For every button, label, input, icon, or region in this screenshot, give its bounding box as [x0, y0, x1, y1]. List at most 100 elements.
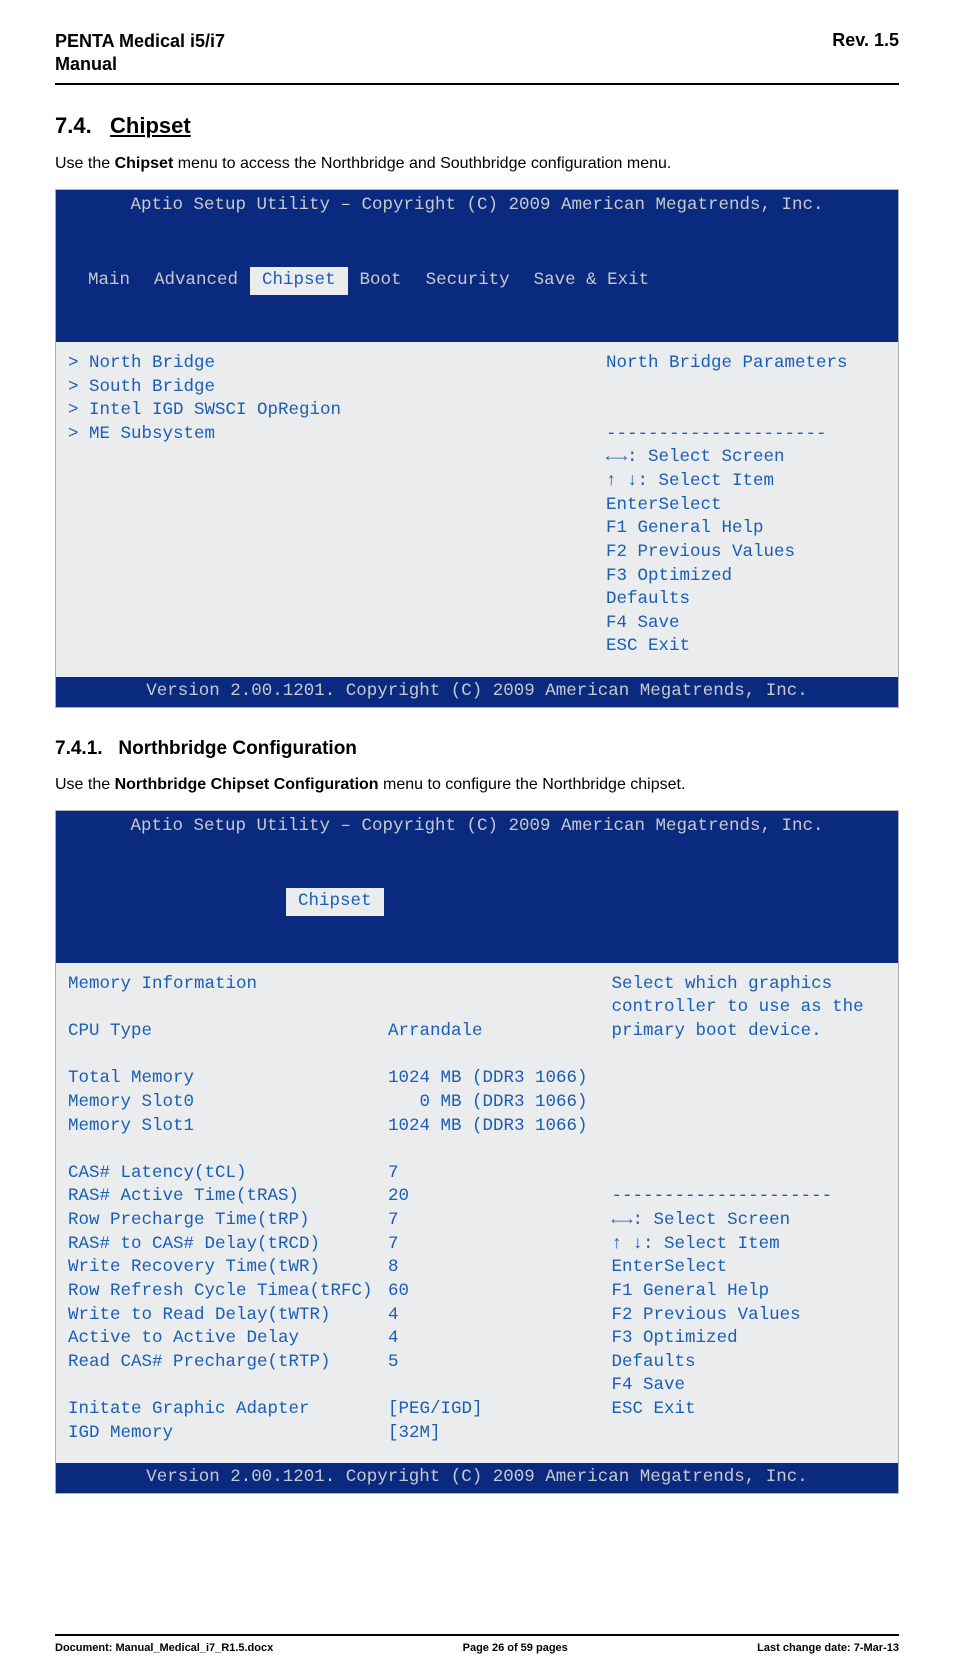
- bios-setting-row: CPU TypeArrandale: [68, 1020, 588, 1044]
- setting-label: CPU Type: [68, 1020, 388, 1044]
- bios-left-pane: Memory Information CPU TypeArrandale Tot…: [56, 963, 600, 1464]
- setting-value: 7: [388, 1233, 588, 1257]
- bios-footer: Version 2.00.1201. Copyright (C) 2009 Am…: [56, 677, 898, 707]
- hint-select-screen: ←→: Select Screen: [612, 1209, 886, 1233]
- section-number: 7.4.: [55, 113, 92, 138]
- hint-defaults: Defaults: [612, 1351, 886, 1375]
- bios-footer: Version 2.00.1201. Copyright (C) 2009 Am…: [56, 1463, 898, 1493]
- setting-value[interactable]: [PEG/IGD]: [388, 1398, 588, 1422]
- setting-label: Write to Read Delay(tWTR): [68, 1304, 388, 1328]
- separator-line: ---------------------: [606, 423, 886, 447]
- setting-label: RAS# to CAS# Delay(tRCD): [68, 1233, 388, 1257]
- page-footer: Document: Manual_Medical_i7_R1.5.docx Pa…: [55, 1634, 899, 1654]
- setting-value: [388, 1044, 588, 1068]
- context-help-line: primary boot device.: [612, 1020, 886, 1044]
- subsection-heading: 7.4.1. Northbridge Configuration: [55, 738, 899, 760]
- subsection-intro: Use the Northbridge Chipset Configuratio…: [55, 774, 899, 796]
- hint-select-item: ↑ ↓: Select Item: [606, 470, 886, 494]
- menu-item-me-subsystem[interactable]: > ME Subsystem: [68, 423, 582, 447]
- setting-value: [388, 996, 588, 1020]
- setting-label: Row Precharge Time(tRP): [68, 1209, 388, 1233]
- bios-right-pane: Select which graphics controller to use …: [600, 963, 898, 1464]
- hint-f3: F3 Optimized: [606, 565, 886, 589]
- bios-setting-row: [68, 996, 588, 1020]
- hint-enter-select: EnterSelect: [606, 494, 886, 518]
- context-help: North Bridge Parameters: [606, 352, 886, 376]
- setting-label: Memory Slot0: [68, 1091, 388, 1115]
- bios-setting-row: Read CAS# Precharge(tRTP)5: [68, 1351, 588, 1375]
- setting-label: Row Refresh Cycle Timea(tRFC): [68, 1280, 388, 1304]
- setting-label: [68, 996, 388, 1020]
- setting-label: Total Memory: [68, 1067, 388, 1091]
- setting-value: 1024 MB (DDR3 1066): [388, 1067, 588, 1091]
- bios-setting-row: Active to Active Delay4: [68, 1327, 588, 1351]
- hint-f3: F3 Optimized: [612, 1327, 886, 1351]
- setting-value: 7: [388, 1162, 588, 1186]
- setting-value: [388, 1374, 588, 1398]
- hint-f2: F2 Previous Values: [606, 541, 886, 565]
- tab-chipset[interactable]: Chipset: [286, 888, 384, 916]
- setting-label: [68, 1374, 388, 1398]
- separator-line: ---------------------: [612, 1185, 886, 1209]
- bios-screen-northbridge: Aptio Setup Utility – Copyright (C) 2009…: [55, 810, 899, 1494]
- bios-right-pane: North Bridge Parameters ----------------…: [594, 342, 898, 677]
- hint-f2: F2 Previous Values: [612, 1304, 886, 1328]
- setting-label: Active to Active Delay: [68, 1327, 388, 1351]
- bios-setting-row: [68, 1138, 588, 1162]
- setting-value[interactable]: [32M]: [388, 1422, 588, 1446]
- hint-f4: F4 Save: [612, 1374, 886, 1398]
- setting-value: [388, 1138, 588, 1162]
- page-header: PENTA Medical i5/i7 Manual Rev. 1.5: [55, 30, 899, 85]
- setting-value: 0 MB (DDR3 1066): [388, 1091, 588, 1115]
- tab-main[interactable]: Main: [76, 267, 142, 295]
- bios-setting-row: Memory Slot11024 MB (DDR3 1066): [68, 1115, 588, 1139]
- tab-security[interactable]: Security: [414, 267, 522, 295]
- bios-setting-row: Memory Slot0 0 MB (DDR3 1066): [68, 1091, 588, 1115]
- header-product: PENTA Medical i5/i7 Manual: [55, 30, 225, 77]
- bios-setting-row[interactable]: IGD Memory[32M]: [68, 1422, 588, 1446]
- menu-item-north-bridge[interactable]: > North Bridge: [68, 352, 582, 376]
- section-heading: 7.4. Chipset: [55, 113, 899, 139]
- setting-value: Arrandale: [388, 1020, 588, 1044]
- bios-setting-row: Total Memory1024 MB (DDR3 1066): [68, 1067, 588, 1091]
- setting-label: [68, 1138, 388, 1162]
- menu-item-south-bridge[interactable]: > South Bridge: [68, 376, 582, 400]
- footer-page: Page 26 of 59 pages: [463, 1642, 568, 1654]
- tab-advanced[interactable]: Advanced: [142, 267, 250, 295]
- bios-setting-row: RAS# to CAS# Delay(tRCD)7: [68, 1233, 588, 1257]
- footer-doc: Document: Manual_Medical_i7_R1.5.docx: [55, 1642, 273, 1654]
- hint-enter-select: EnterSelect: [612, 1256, 886, 1280]
- bios-title: Aptio Setup Utility – Copyright (C) 2009…: [56, 190, 898, 218]
- subsection-number: 7.4.1.: [55, 738, 103, 759]
- menu-item-igd-swsci[interactable]: > Intel IGD SWSCI OpRegion: [68, 399, 582, 423]
- subsection-name: Northbridge Configuration: [118, 738, 357, 759]
- setting-label: Write Recovery Time(tWR): [68, 1256, 388, 1280]
- bios-title: Aptio Setup Utility – Copyright (C) 2009…: [56, 811, 898, 839]
- setting-label: IGD Memory: [68, 1422, 388, 1446]
- bios-setting-row: Row Refresh Cycle Timea(tRFC)60: [68, 1280, 588, 1304]
- bios-setting-row: [68, 1044, 588, 1068]
- setting-value: 5: [388, 1351, 588, 1375]
- section-intro: Use the Chipset menu to access the North…: [55, 153, 899, 175]
- hint-esc: ESC Exit: [606, 635, 886, 659]
- header-rev: Rev. 1.5: [832, 30, 899, 51]
- section-name: Chipset: [110, 113, 191, 138]
- bios-left-pane: > North Bridge > South Bridge > Intel IG…: [56, 342, 594, 677]
- setting-label: Memory Information: [68, 973, 388, 997]
- bios-setting-row: Memory Information: [68, 973, 588, 997]
- hint-esc: ESC Exit: [612, 1398, 886, 1422]
- tab-boot[interactable]: Boot: [348, 267, 414, 295]
- bios-setting-row[interactable]: Initate Graphic Adapter[PEG/IGD]: [68, 1398, 588, 1422]
- setting-value: 1024 MB (DDR3 1066): [388, 1115, 588, 1139]
- tab-save-exit[interactable]: Save & Exit: [522, 267, 662, 295]
- tab-chipset[interactable]: Chipset: [250, 267, 348, 295]
- bios-screen-chipset: Aptio Setup Utility – Copyright (C) 2009…: [55, 189, 899, 708]
- setting-label: [68, 1044, 388, 1068]
- setting-value: 60: [388, 1280, 588, 1304]
- setting-label: CAS# Latency(tCL): [68, 1162, 388, 1186]
- hint-f1: F1 General Help: [612, 1280, 886, 1304]
- setting-value: 7: [388, 1209, 588, 1233]
- setting-value: 4: [388, 1304, 588, 1328]
- footer-date: Last change date: 7-Mar-13: [757, 1642, 899, 1654]
- setting-label: Memory Slot1: [68, 1115, 388, 1139]
